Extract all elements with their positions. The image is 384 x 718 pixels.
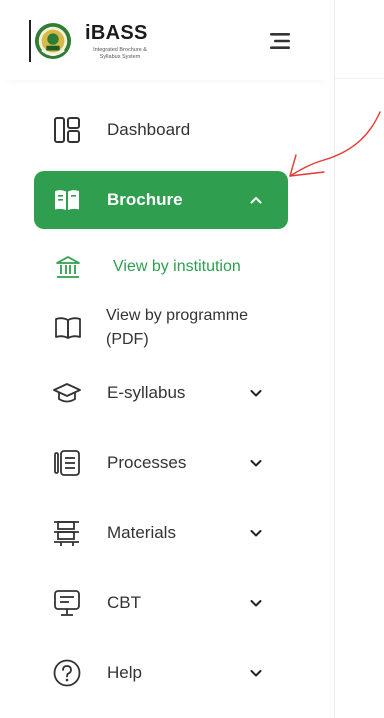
chevron-up-icon	[250, 197, 262, 204]
nav-label-materials: Materials	[107, 523, 176, 542]
institution-building-icon	[56, 256, 80, 278]
main-content-area	[335, 0, 384, 718]
nav-item-esyllabus[interactable]: E-syllabus	[34, 364, 288, 422]
notebook-icon	[54, 450, 80, 476]
logo-subtitle: Integrated Brochure & Syllabus System	[93, 47, 147, 60]
chevron-down-icon	[250, 600, 262, 607]
chevron-down-icon	[250, 530, 262, 537]
sub-label-view-by-institution: View by institution	[113, 258, 241, 275]
open-book-icon	[55, 190, 79, 210]
sub-label-view-by-programme: View by programme (PDF)	[106, 307, 248, 348]
nav-item-dashboard[interactable]: Dashboard	[34, 101, 288, 159]
logo-seal-icon	[34, 22, 72, 60]
sub-item-view-by-institution[interactable]: View by institution	[34, 250, 288, 284]
nav-item-brochure[interactable]: Brochure	[34, 171, 288, 229]
dashboard-grid-icon	[54, 117, 80, 143]
sub-item-view-by-programme[interactable]: View by programme (PDF)	[34, 302, 288, 354]
nav-label-esyllabus: E-syllabus	[107, 383, 186, 402]
nav-label-dashboard: Dashboard	[107, 120, 191, 139]
nav-label-processes: Processes	[107, 453, 187, 472]
topbar-divider	[335, 78, 384, 79]
chevron-down-icon	[250, 390, 262, 397]
nav-label-brochure: Brochure	[107, 190, 183, 209]
chevron-down-icon	[250, 670, 262, 677]
book-outline-icon	[55, 317, 81, 339]
stack-icon	[54, 521, 79, 546]
graduation-cap-icon	[53, 383, 81, 403]
help-circle-icon	[53, 659, 81, 687]
nav-label-help: Help	[107, 663, 142, 682]
monitor-icon	[54, 590, 80, 616]
header-divider-bar	[29, 20, 31, 62]
nav-item-materials[interactable]: Materials	[34, 504, 288, 562]
sidebar: iBASS Integrated Brochure & Syllabus Sys…	[0, 0, 335, 718]
sidebar-header: iBASS Integrated Brochure & Syllabus Sys…	[0, 0, 334, 80]
logo-title: iBASS	[85, 22, 148, 44]
chevron-down-icon	[250, 460, 262, 467]
hamburger-menu-icon[interactable]	[268, 31, 294, 51]
nav-item-help[interactable]: Help	[34, 644, 288, 702]
nav-label-cbt: CBT	[107, 593, 141, 612]
nav-item-cbt[interactable]: CBT	[34, 574, 288, 632]
nav-item-processes[interactable]: Processes	[34, 434, 288, 492]
